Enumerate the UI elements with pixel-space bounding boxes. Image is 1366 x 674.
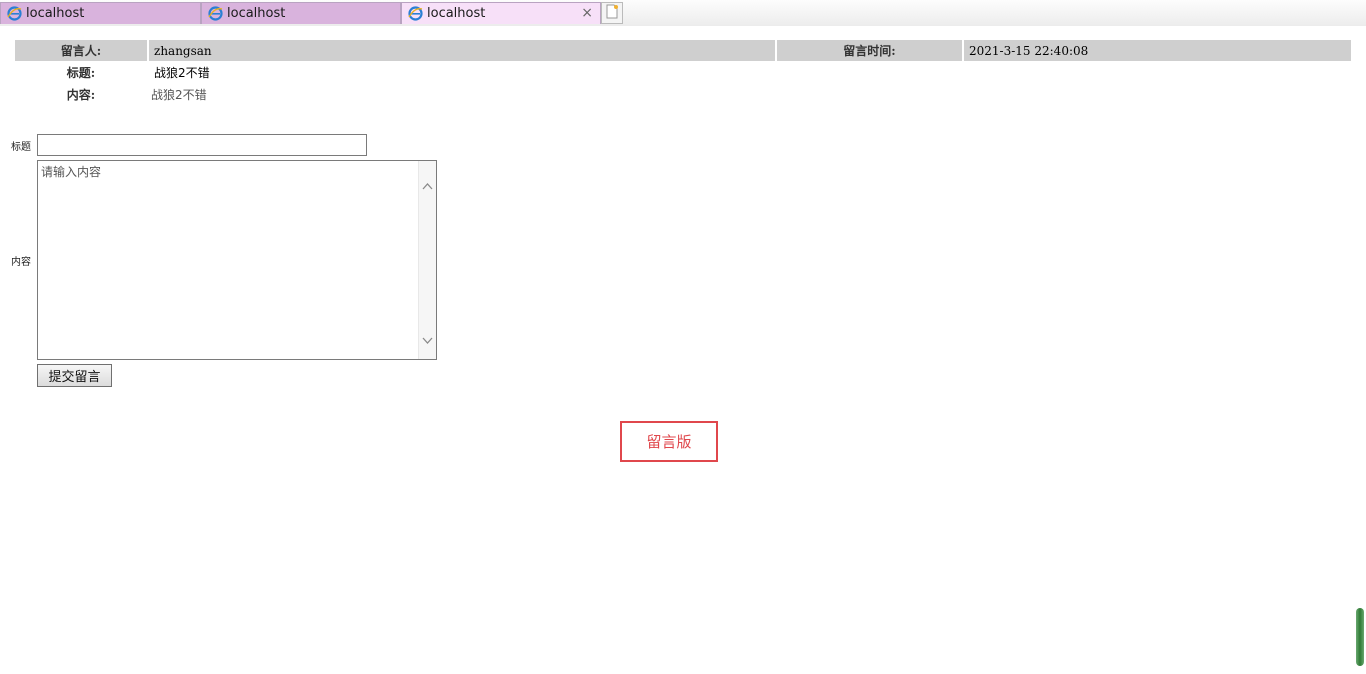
message-title-label: 标题: [66,66,96,80]
tab-title: localhost [427,6,486,21]
content-textarea[interactable]: 请输入内容 [37,160,437,360]
message-title-value: 战狼2不错 [154,66,210,80]
time-label: 留言时间: [777,40,962,61]
content-placeholder: 请输入内容 [41,165,102,179]
board-title: 留言版 [646,433,692,451]
chevron-up-icon[interactable] [422,177,433,190]
tab-title: localhost [26,6,85,21]
close-tab-icon[interactable]: × [581,5,593,21]
browser-tab-3[interactable]: localhost × [401,2,601,24]
ie-icon [7,6,22,21]
title-input[interactable] [37,134,367,156]
new-tab-button[interactable] [601,2,623,24]
tab-title: localhost [227,6,286,21]
browser-tab-2[interactable]: localhost [201,2,401,24]
message-content-value: 战狼2不错 [151,88,207,102]
new-tab-icon [605,4,619,23]
textarea-scrollbar[interactable] [418,161,436,359]
browser-tab-1[interactable]: localhost [0,2,201,24]
browser-tab-bar: localhost localhost localhost × [0,0,1366,26]
message-content-label: 内容: [66,88,96,102]
message-board-label: 留言版 [620,421,718,462]
page-scroll-indicator[interactable] [1356,608,1364,666]
time-value: 2021-3-15 22:40:08 [964,40,1351,61]
author-value: zhangsan [149,40,775,61]
ie-icon [408,6,423,21]
author-label: 留言人: [15,40,147,61]
form-title-label: 标题 [11,142,31,153]
submit-message-button[interactable]: 提交留言 [37,364,112,387]
ie-icon [208,6,223,21]
form-content-label: 内容 [11,257,31,268]
chevron-down-icon[interactable] [422,331,433,344]
